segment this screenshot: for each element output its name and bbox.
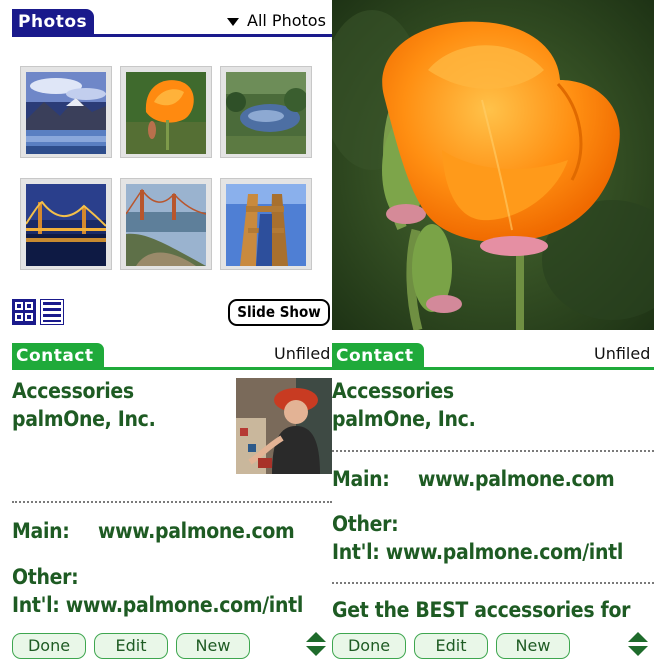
category-label[interactable]: Unfiled (594, 343, 650, 365)
done-button[interactable]: Done (332, 633, 406, 659)
thumbnail-bridge-coast[interactable] (120, 178, 212, 270)
category-dropdown-label: All Photos (247, 11, 326, 30)
thumbnail-garden-pond[interactable] (220, 66, 312, 158)
category-label[interactable]: Unfiled (274, 343, 330, 365)
done-button[interactable]: Done (12, 633, 86, 659)
thumbnail-view-icon[interactable] (12, 299, 36, 325)
scroll-up-icon[interactable] (628, 632, 648, 642)
slide-show-button[interactable]: Slide Show (228, 299, 330, 326)
contact-divider (12, 501, 332, 503)
contact-divider-notes (332, 582, 654, 584)
contact-screen-left: Contact Unfiled Accessories palmOne, Inc… (0, 331, 332, 661)
list-view-icon[interactable] (40, 299, 64, 325)
other-label: Other: (332, 512, 399, 536)
thumbnail-bridge-night[interactable] (20, 178, 112, 270)
intl-website-link[interactable]: Int'l: www.palmone.com/intl (332, 539, 623, 565)
contact-photo (236, 378, 332, 474)
contact-divider (332, 450, 654, 452)
other-label: Other: (12, 565, 79, 589)
contact-title-tab: Contact (12, 343, 104, 369)
intl-website-link[interactable]: Int'l: www.palmone.com/intl (12, 592, 303, 618)
contact-name: Accessories (332, 379, 454, 403)
contact-note: Get the BEST accessories for (332, 598, 631, 622)
photos-title-tab: Photos (12, 9, 94, 36)
photos-title-rule (12, 34, 332, 37)
scroll-up-icon[interactable] (306, 632, 326, 642)
new-button[interactable]: New (496, 633, 570, 659)
main-label: Main: (332, 467, 390, 491)
new-button[interactable]: New (176, 633, 250, 659)
main-website-link[interactable]: www.palmone.com (98, 518, 295, 544)
contact-name: Accessories (12, 379, 134, 403)
edit-button[interactable]: Edit (94, 633, 168, 659)
main-label: Main: (12, 519, 70, 543)
contact-title-rule (332, 367, 654, 370)
contact-title-tab: Contact (332, 343, 424, 369)
category-dropdown[interactable]: All Photos (227, 10, 326, 32)
contact-title-rule (12, 367, 332, 370)
thumbnail-poppy[interactable] (120, 66, 212, 158)
scroll-down-icon[interactable] (306, 646, 326, 656)
main-website-link[interactable]: www.palmone.com (418, 466, 615, 492)
thumbnail-mountains[interactable] (20, 66, 112, 158)
poppy-photo-fullscreen (322, 0, 654, 332)
edit-button[interactable]: Edit (414, 633, 488, 659)
dropdown-triangle-icon (227, 17, 239, 26)
scroll-down-icon[interactable] (628, 646, 648, 656)
photos-screen: Photos All Photos Slide Show (0, 0, 332, 331)
contact-company: palmOne, Inc. (332, 407, 476, 431)
contact-screen-right: Contact Unfiled Accessories palmOne, Inc… (332, 331, 654, 661)
thumbnail-bridge-tower[interactable] (220, 178, 312, 270)
contact-company: palmOne, Inc. (12, 407, 156, 431)
